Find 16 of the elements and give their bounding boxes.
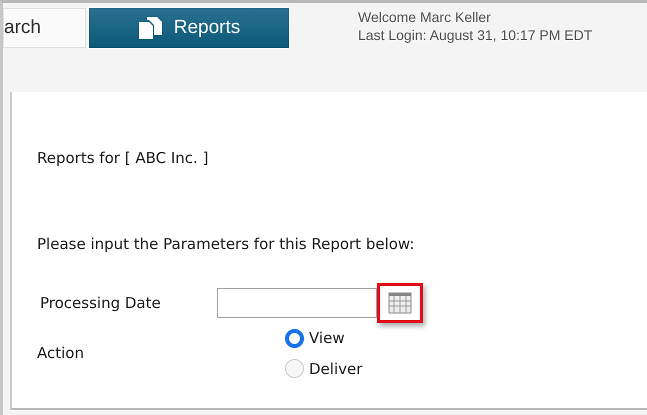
calendar-button[interactable]	[377, 283, 423, 323]
report-heading: Reports for [ ABC Inc. ]	[37, 148, 210, 169]
calendar-icon	[388, 292, 412, 314]
radio-label[interactable]: Deliver	[309, 358, 362, 380]
documents-icon	[138, 16, 164, 40]
welcome-text: Welcome Marc Keller	[358, 8, 492, 26]
last-login-text: Last Login: August 31, 10:17 PM EDT	[358, 26, 592, 44]
radio-button[interactable]	[285, 359, 304, 378]
radio-button[interactable]	[285, 328, 304, 348]
radio-label[interactable]: View	[309, 327, 345, 350]
field-label: Processing Date	[39, 292, 162, 314]
instruction-text: Please input the Parameters for this Report below:	[37, 234, 416, 254]
processing-date-field[interactable]	[217, 288, 377, 318]
nav-tab[interactable]: Reports	[89, 8, 289, 48]
nav-tab[interactable]: arch	[3, 8, 86, 48]
field-label: Action	[37, 343, 85, 364]
